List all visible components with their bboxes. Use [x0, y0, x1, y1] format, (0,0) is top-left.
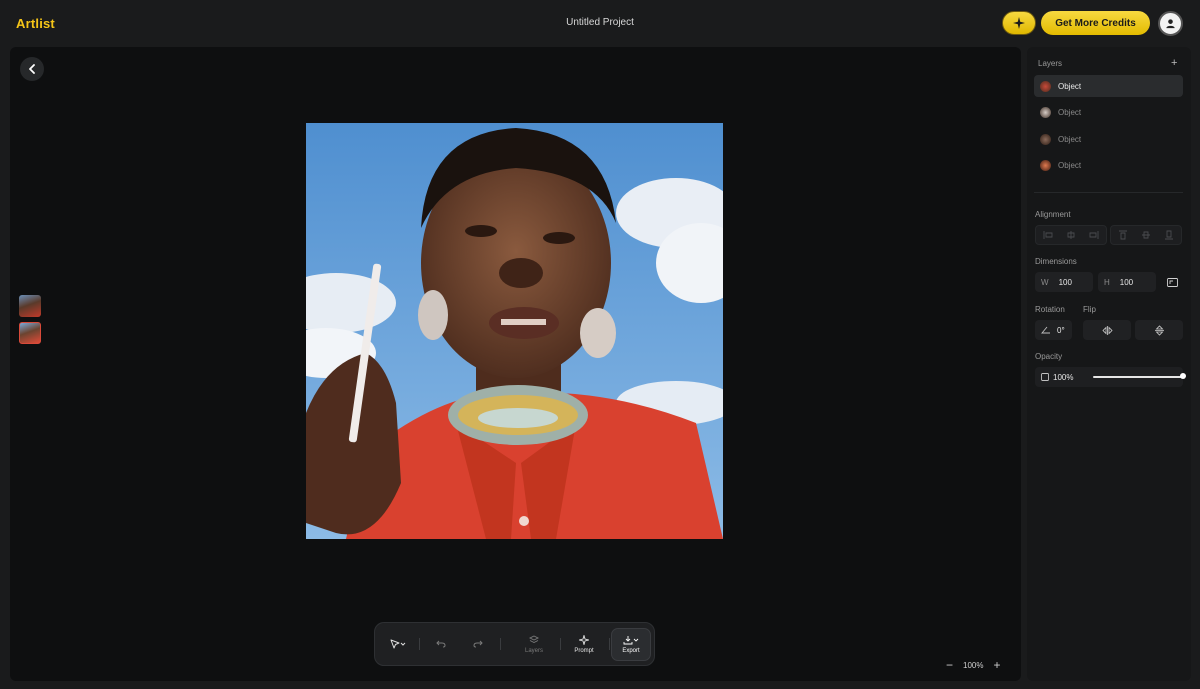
layer-name: Object [1058, 107, 1082, 117]
aspect-ratio-button[interactable] [1161, 272, 1183, 292]
rotation-field[interactable]: 0° [1035, 320, 1072, 340]
sparkle-icon [579, 634, 589, 645]
bottom-toolbar: Layers Prompt Export [374, 622, 655, 666]
layers-tool-label: Layers [524, 647, 543, 654]
layer-name: Object [1058, 134, 1082, 144]
width-label: W [1041, 277, 1049, 287]
opacity-icon [1041, 373, 1049, 381]
toolbar-divider [419, 638, 420, 650]
layer-item[interactable]: Object [1034, 75, 1183, 97]
align-top-button[interactable] [1111, 226, 1134, 244]
rotation-heading: Rotation [1035, 305, 1065, 314]
align-top-icon [1118, 230, 1127, 240]
layers-icon [529, 634, 539, 643]
prompt-tool-label: Prompt [574, 647, 594, 654]
dimensions-heading: Dimensions [1035, 257, 1077, 266]
opacity-control: 100% [1035, 367, 1186, 387]
flip-horizontal-button[interactable] [1083, 320, 1131, 340]
user-avatar-button[interactable] [1158, 11, 1183, 36]
layer-thumbnail [1040, 133, 1051, 145]
cursor-arrow-icon [390, 639, 406, 649]
zoom-out-button[interactable]: − [946, 658, 953, 672]
undo-button[interactable] [431, 623, 451, 665]
height-value: 100 [1119, 277, 1134, 287]
redo-icon [473, 640, 483, 648]
zoom-in-button[interactable]: + [993, 658, 1000, 672]
history-thumbnail-selected[interactable] [19, 322, 41, 344]
layer-name: Object [1058, 81, 1082, 91]
layer-thumbnail [1040, 159, 1051, 171]
back-button[interactable] [20, 57, 44, 81]
properties-panel: Layers + Object Object Object Object Ali… [1027, 47, 1191, 681]
toolbar-divider [560, 638, 561, 650]
align-middle-button[interactable] [1134, 226, 1157, 244]
aspect-ratio-icon [1166, 277, 1178, 287]
angle-icon [1041, 326, 1050, 334]
portrait-image [306, 123, 723, 539]
chevron-left-icon [29, 64, 35, 74]
user-icon [1166, 19, 1175, 29]
flip-heading: Flip [1083, 305, 1096, 314]
select-tool-button[interactable] [383, 623, 413, 665]
align-center-h-button[interactable] [1059, 226, 1082, 244]
layer-item[interactable]: Object [1034, 101, 1183, 123]
undo-icon [436, 640, 446, 648]
sparkle-icon [1013, 17, 1025, 29]
zoom-level: 100% [963, 660, 984, 670]
align-left-icon [1043, 231, 1053, 239]
width-field[interactable]: W 100 [1035, 272, 1093, 292]
align-bottom-button[interactable] [1158, 226, 1181, 244]
flip-vertical-button[interactable] [1135, 320, 1183, 340]
toolbar-divider [500, 638, 501, 650]
add-layer-button[interactable]: + [1171, 57, 1177, 69]
history-thumbnails [19, 295, 41, 349]
layer-item[interactable]: Object [1034, 128, 1183, 150]
align-center-h-icon [1067, 231, 1075, 239]
rotation-value: 0° [1057, 325, 1065, 335]
align-right-icon [1089, 231, 1099, 239]
flip-vertical-icon [1154, 324, 1164, 336]
top-bar: Artlist Untitled Project Get More Credit… [0, 0, 1200, 47]
layer-name: Object [1058, 160, 1082, 170]
width-value: 100 [1058, 277, 1072, 287]
height-label: H [1104, 277, 1110, 287]
export-button[interactable]: Export [611, 628, 651, 661]
opacity-slider-thumb[interactable] [1180, 373, 1186, 379]
canvas-image[interactable] [306, 123, 723, 539]
redo-button[interactable] [468, 623, 488, 665]
vertical-align-group [1110, 225, 1182, 245]
height-field[interactable]: H 100 [1098, 272, 1156, 292]
flip-horizontal-icon [1101, 325, 1113, 335]
history-thumbnail[interactable] [19, 295, 41, 317]
alignment-heading: Alignment [1035, 210, 1071, 219]
layers-heading: Layers [1038, 59, 1063, 68]
horizontal-align-group [1035, 225, 1107, 245]
download-icon [623, 636, 639, 645]
get-more-credits-button[interactable]: Get More Credits [1041, 11, 1150, 35]
ai-spark-button[interactable] [1002, 11, 1036, 35]
opacity-heading: Opacity [1035, 352, 1063, 361]
layer-thumbnail [1040, 80, 1051, 92]
align-middle-icon [1141, 231, 1150, 239]
align-right-button[interactable] [1083, 226, 1106, 244]
export-inner: Export [612, 629, 650, 660]
opacity-slider-track[interactable] [1093, 376, 1183, 378]
opacity-value: 100% [1053, 372, 1074, 382]
section-divider [1034, 192, 1183, 193]
align-left-button[interactable] [1036, 226, 1059, 244]
align-bottom-icon [1165, 230, 1174, 240]
export-label: Export [622, 648, 640, 654]
layer-item[interactable]: Object [1034, 154, 1183, 176]
toolbar-divider [609, 638, 610, 650]
layer-thumbnail [1040, 106, 1051, 118]
editor-canvas[interactable]: Layers Prompt Export − 100% + [10, 47, 1021, 681]
zoom-control: − 100% + [946, 658, 1001, 672]
layers-tool-button[interactable]: Layers [513, 623, 555, 665]
prompt-tool-button[interactable]: Prompt [563, 623, 605, 665]
